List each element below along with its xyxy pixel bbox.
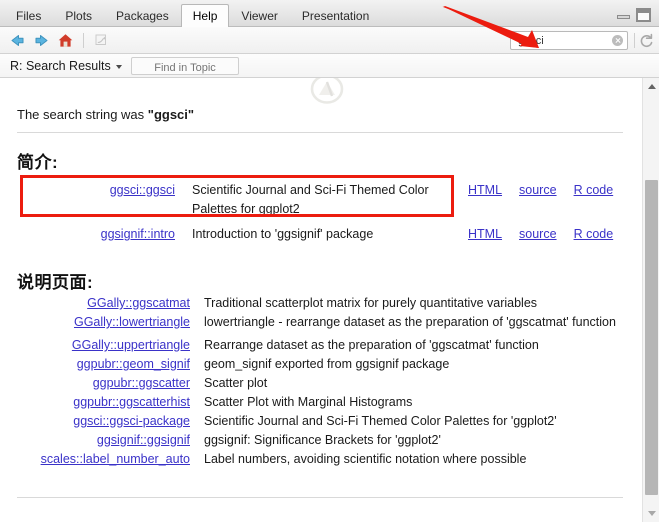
vignette-actions: HTML source R code — [460, 181, 642, 200]
toolbar-separator — [83, 32, 84, 48]
heading-vignettes: 简介: — [17, 153, 59, 172]
table-row: GGally::uppertriangle Rearrange dataset … — [0, 336, 642, 355]
table-row: ggsci::ggsci-package Scientific Journal … — [0, 412, 642, 431]
vignette-rcode-link[interactable]: R code — [574, 225, 614, 244]
vignette-link[interactable]: ggsignif::intro — [101, 227, 175, 241]
help-link-cell: ggpubr::ggscatterhist — [0, 393, 190, 412]
help-link-cell: GGally::uppertriangle — [0, 336, 190, 355]
back-arrow-icon[interactable] — [9, 32, 26, 49]
help-page-description: Label numbers, avoiding scientific notat… — [204, 452, 527, 466]
help-page-link[interactable]: GGally::uppertriangle — [72, 338, 190, 352]
table-row: GGally::ggscatmat Traditional scatterplo… — [0, 294, 642, 313]
topic-selector[interactable]: R: Search Results — [10, 57, 122, 75]
table-row: ggpubr::ggscatter Scatter plot — [0, 374, 642, 393]
help-page-description: Scientific Journal and Sci-Fi Themed Col… — [204, 414, 557, 428]
help-page-link[interactable]: ggpubr::ggscatter — [93, 376, 190, 390]
help-link-cell: GGally::ggscatmat — [0, 294, 190, 313]
tab-packages[interactable]: Packages — [104, 5, 181, 27]
tab-presentation[interactable]: Presentation — [290, 5, 381, 27]
help-page-link[interactable]: scales::label_number_auto — [41, 452, 190, 466]
help-page-description: lowertriangle - rearrange dataset as the… — [204, 315, 616, 329]
vignette-html-link[interactable]: HTML — [468, 225, 502, 244]
help-page-link[interactable]: ggsci::ggsci-package — [73, 414, 190, 428]
vignette-link-cell: ggsci::ggsci — [0, 181, 175, 200]
window-controls — [617, 8, 651, 22]
help-link-cell: ggpubr::ggscatter — [0, 374, 190, 393]
help-page-description: Scatter plot — [204, 376, 268, 390]
help-link-cell: GGally::lowertriangle — [0, 313, 190, 332]
table-row: scales::label_number_auto Label numbers,… — [0, 450, 642, 469]
help-page-link[interactable]: ggpubr::geom_signif — [77, 357, 190, 371]
home-icon[interactable] — [57, 32, 74, 49]
table-row: ggsignif::intro Introduction to 'ggsigni… — [0, 225, 642, 244]
pane-tab-strip: Files Plots Packages Help Viewer Present… — [0, 0, 659, 27]
help-page-description: Traditional scatterplot matrix for purel… — [204, 296, 538, 310]
vertical-scrollbar[interactable] — [642, 78, 659, 522]
scroll-down-arrow-icon[interactable] — [643, 505, 659, 522]
heading-help-pages: 说明页面: — [17, 273, 94, 292]
vignette-rcode-link[interactable]: R code — [574, 181, 614, 200]
help-link-cell: ggpubr::geom_signif — [0, 355, 190, 374]
help-page-description: geom_signif exported from ggsignif packa… — [204, 357, 450, 371]
rstudio-help-pane: Files Plots Packages Help Viewer Present… — [0, 0, 659, 522]
help-page-description: Scatter Plot with Marginal Histograms — [204, 395, 413, 409]
minimize-icon[interactable] — [617, 10, 630, 20]
help-pages-table: GGally::ggscatmat Traditional scatterplo… — [0, 294, 642, 469]
search-string-line: The search string was "ggsci" — [17, 107, 194, 122]
tab-files[interactable]: Files — [4, 5, 53, 27]
scroll-up-arrow-icon[interactable] — [643, 78, 659, 95]
clear-icon[interactable] — [612, 35, 623, 46]
vignette-description: Introduction to 'ggsignif' package — [192, 227, 374, 241]
table-row: ggpubr::ggscatterhist Scatter Plot with … — [0, 393, 642, 412]
print-icon[interactable] — [93, 32, 110, 49]
tab-help[interactable]: Help — [180, 4, 230, 27]
help-toolbar — [0, 27, 659, 54]
toolbar-divider — [634, 33, 635, 48]
scrollbar-thumb[interactable] — [645, 180, 658, 495]
help-page-description: Rearrange dataset as the preparation of … — [204, 338, 539, 352]
help-link-cell: ggsignif::ggsignif — [0, 431, 190, 450]
r-logo-icon — [310, 78, 344, 104]
tab-plots[interactable]: Plots — [53, 5, 104, 27]
help-page-link[interactable]: ggpubr::ggscatterhist — [73, 395, 190, 409]
chevron-down-icon — [115, 65, 122, 69]
vignettes-table: ggsci::ggsci Scientific Journal and Sci-… — [0, 181, 642, 244]
vignette-link-cell: ggsignif::intro — [0, 225, 175, 244]
help-page-link[interactable]: ggsignif::ggsignif — [97, 433, 190, 447]
divider-top — [17, 132, 623, 133]
table-row: GGally::lowertriangle lowertriangle - re… — [0, 313, 642, 332]
topic-selector-label: R: Search Results — [10, 59, 111, 73]
nav-button-group — [9, 29, 110, 51]
search-string-prefix: The search string was — [17, 107, 148, 122]
tab-viewer[interactable]: Viewer — [229, 5, 289, 27]
help-page-link[interactable]: GGally::lowertriangle — [74, 315, 190, 329]
vignette-html-link[interactable]: HTML — [468, 181, 502, 200]
help-sub-toolbar: R: Search Results — [0, 54, 659, 78]
vignette-description: Scientific Journal and Sci-Fi Themed Col… — [192, 183, 429, 216]
divider-bottom — [17, 497, 623, 498]
refresh-icon[interactable] — [638, 32, 655, 49]
forward-arrow-icon[interactable] — [33, 32, 50, 49]
help-page-link[interactable]: GGally::ggscatmat — [87, 296, 190, 310]
help-page-description: ggsignif: Significance Brackets for 'ggp… — [204, 433, 441, 447]
search-box[interactable] — [510, 31, 628, 50]
help-link-cell: scales::label_number_auto — [0, 450, 190, 469]
table-row: ggpubr::geom_signif geom_signif exported… — [0, 355, 642, 374]
find-in-topic-input[interactable] — [132, 60, 238, 76]
vignette-link[interactable]: ggsci::ggsci — [110, 183, 175, 197]
table-row: ggsignif::ggsignif ggsignif: Significanc… — [0, 431, 642, 450]
vignette-actions: HTML source R code — [460, 225, 642, 244]
find-in-topic-box[interactable] — [131, 57, 239, 76]
table-row: ggsci::ggsci Scientific Journal and Sci-… — [0, 181, 642, 219]
help-content: The search string was "ggsci" 简介: ggsci:… — [0, 78, 642, 522]
help-link-cell: ggsci::ggsci-package — [0, 412, 190, 431]
search-input[interactable] — [518, 34, 610, 47]
maximize-icon[interactable] — [636, 8, 651, 22]
vignette-source-link[interactable]: source — [519, 181, 557, 200]
vignette-source-link[interactable]: source — [519, 225, 557, 244]
pane-tabs: Files Plots Packages Help Viewer Present… — [4, 4, 381, 27]
search-string-value: "ggsci" — [147, 107, 195, 122]
